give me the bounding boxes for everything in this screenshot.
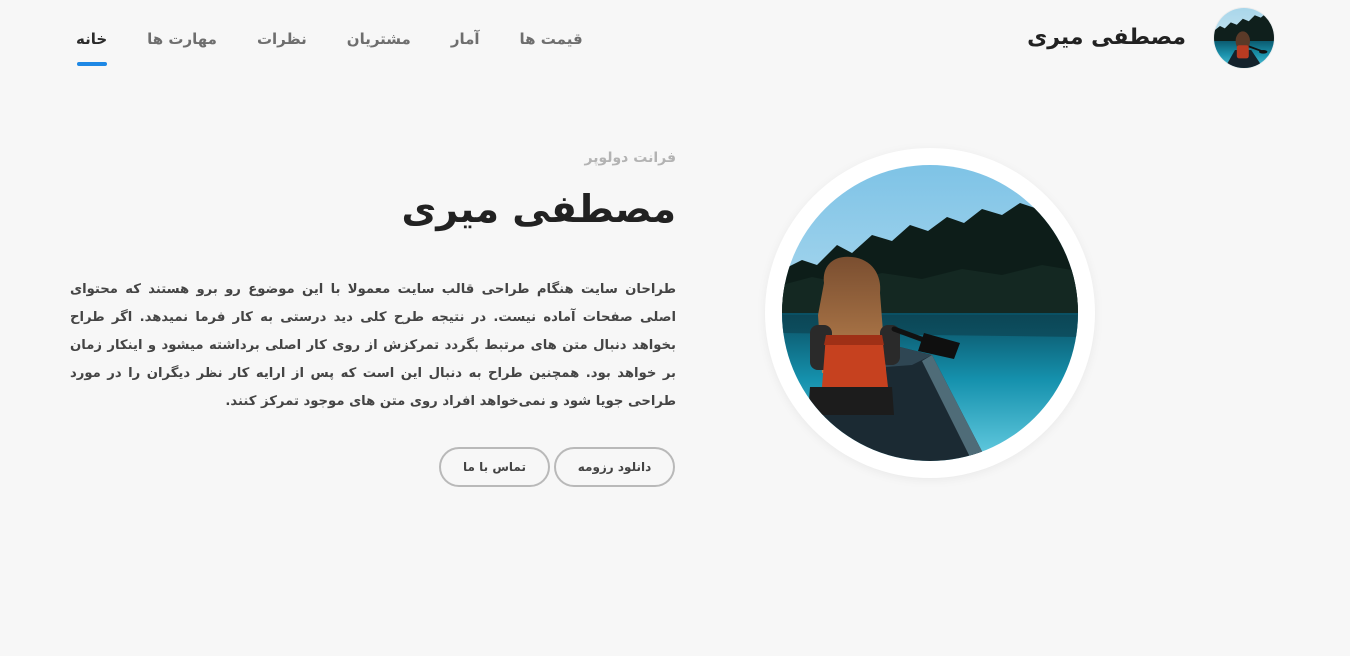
nav-item-reviews[interactable]: نظرات <box>257 30 307 60</box>
nav-item-skills[interactable]: مهارت ها <box>147 30 217 60</box>
page: مصطفی میری قیمت ها آمار مشتریان نظرات مه… <box>0 0 1350 656</box>
canoe-photo-icon <box>782 165 1078 461</box>
avatar[interactable] <box>1214 8 1274 68</box>
hero-image-frame <box>765 148 1095 478</box>
canoe-photo-icon <box>1214 8 1274 68</box>
brand-name[interactable]: مصطفی میری <box>1027 27 1186 49</box>
nav-item-stats[interactable]: آمار <box>451 30 480 60</box>
brand[interactable]: مصطفی میری <box>1027 8 1274 68</box>
hero-photo <box>782 165 1078 461</box>
contact-us-button[interactable]: تماس با ما <box>439 447 550 487</box>
nav-item-home[interactable]: خانه <box>76 30 107 60</box>
nav-item-pricing[interactable]: قیمت ها <box>520 30 583 60</box>
main-nav: قیمت ها آمار مشتریان نظرات مهارت ها خانه <box>76 30 583 60</box>
download-resume-button[interactable]: دانلود رزومه <box>554 447 675 487</box>
hero-subtitle: فرانت دولوپر <box>584 150 676 166</box>
hero-description: طراحان سایت هنگام طراحی قالب سایت معمولا… <box>70 282 676 410</box>
nav-item-clients[interactable]: مشتریان <box>347 30 411 60</box>
site-header: مصطفی میری قیمت ها آمار مشتریان نظرات مه… <box>0 0 1350 90</box>
hero-text: فرانت دولوپر مصطفی میری طراحان سایت هنگا… <box>70 150 676 416</box>
hero-buttons: دانلود رزومه تماس با ما <box>439 447 675 487</box>
hero-title: مصطفی میری <box>401 186 676 231</box>
